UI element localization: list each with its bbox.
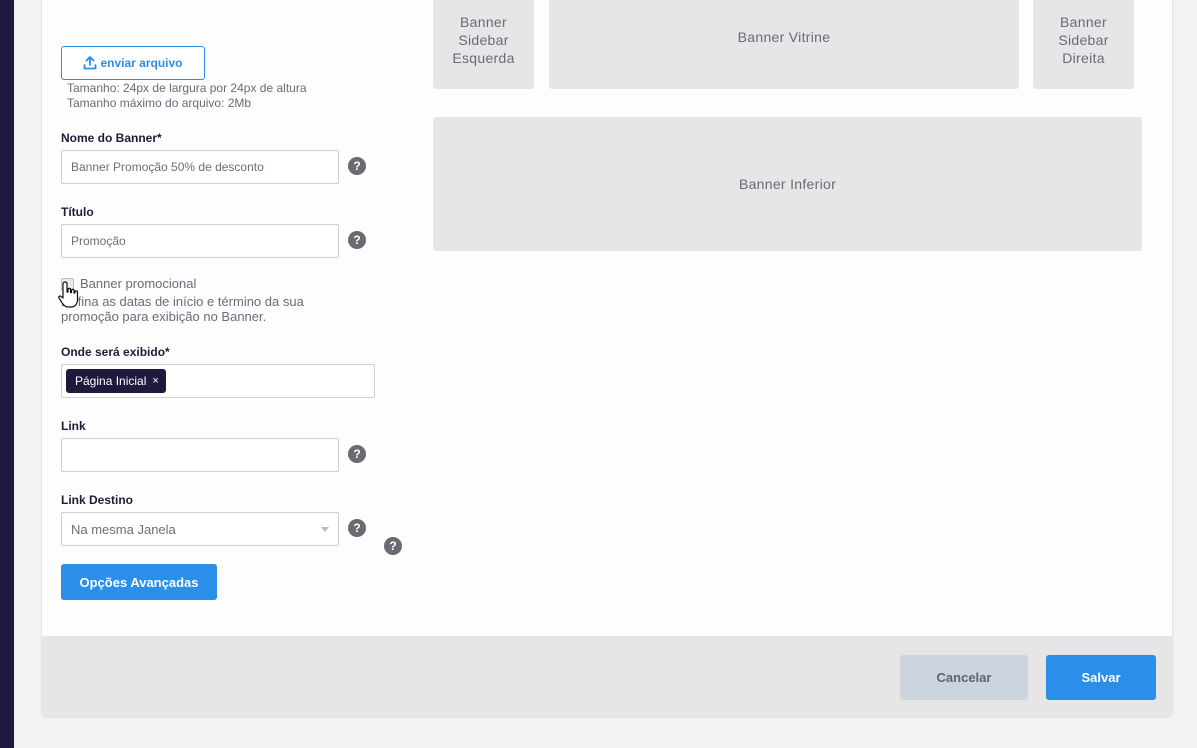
banner-slot-sidebar-left-label: Banner Sidebar Esquerda (452, 13, 515, 66)
title-value: Promoção (71, 234, 126, 248)
advanced-options-button[interactable]: Opções Avançadas (61, 564, 217, 600)
banner-name-value: Banner Promoção 50% de desconto (71, 160, 264, 174)
banner-name-label: Nome do Banner* (61, 131, 162, 145)
link-target-select[interactable]: Na mesma Janela (61, 512, 339, 546)
promo-banner-description: Defina as datas de início e término da s… (61, 294, 304, 324)
tag-pagina-inicial: Página Inicial × (66, 369, 166, 393)
banner-name-input[interactable]: Banner Promoção 50% de desconto (61, 150, 339, 184)
upload-icon (84, 56, 97, 70)
tag-remove-icon[interactable]: × (152, 375, 158, 387)
banner-slot-sidebar-right[interactable]: Banner Sidebar Direita (1033, 0, 1134, 89)
banner-slot-inferior-label: Banner Inferior (738, 176, 837, 192)
left-rail (0, 0, 14, 748)
banner-slot-sidebar-right-label: Banner Sidebar Direita (1058, 13, 1109, 66)
title-label: Título (61, 205, 94, 219)
title-input[interactable]: Promoção (61, 224, 339, 258)
link-target-label: Link Destino (61, 493, 134, 507)
link-target-help-icon[interactable]: ? (348, 519, 366, 537)
banner-form-card: enviar arquivo Tamanho: 24px de largura … (41, 0, 1173, 718)
banner-slot-vitrine-label: Banner Vitrine (737, 29, 831, 45)
upload-file-label: enviar arquivo (100, 56, 183, 70)
tag-label: Página Inicial (75, 374, 147, 388)
advanced-help-icon[interactable]: ? (384, 537, 402, 555)
upload-size-hint: Tamanho: 24px de largura por 24px de alt… (67, 81, 307, 95)
banner-name-help-icon[interactable]: ? (348, 157, 366, 175)
hand-cursor-icon (58, 281, 79, 308)
link-target-value: Na mesma Janela (71, 521, 176, 537)
display-location-multiselect[interactable]: Página Inicial × (61, 364, 375, 398)
banner-slot-sidebar-left[interactable]: Banner Sidebar Esquerda (433, 0, 534, 89)
upload-max-hint: Tamanho máximo do arquivo: 2Mb (67, 96, 252, 110)
promo-banner-label[interactable]: Banner promocional (80, 276, 196, 291)
cancel-button[interactable]: Cancelar (900, 655, 1028, 700)
banner-slot-inferior[interactable]: Banner Inferior (433, 117, 1142, 251)
link-input[interactable] (61, 438, 339, 472)
chevron-down-icon (321, 526, 329, 532)
link-label: Link (61, 419, 86, 433)
banner-slot-vitrine[interactable]: Banner Vitrine (549, 0, 1019, 89)
title-help-icon[interactable]: ? (348, 231, 366, 249)
link-help-icon[interactable]: ? (348, 445, 366, 463)
save-button[interactable]: Salvar (1046, 655, 1156, 700)
upload-file-button[interactable]: enviar arquivo (61, 46, 205, 80)
display-location-label: Onde será exibido* (61, 345, 170, 359)
